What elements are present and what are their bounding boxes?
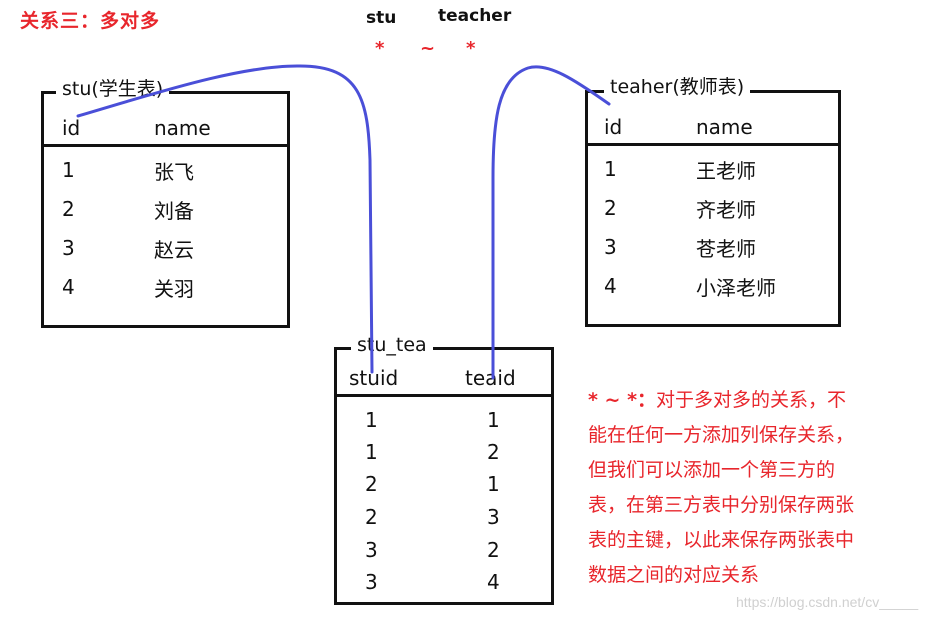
stu-cell-id: 1	[62, 158, 75, 182]
stu-table: stu(学生表) id name 1 张飞 2 刘备 3 赵云 4 关羽	[41, 78, 290, 328]
note-line: 能在任何一方添加列保存关系，	[588, 424, 855, 446]
teacher-cell-id: 1	[604, 157, 617, 181]
right-multiplicity: *	[466, 38, 476, 59]
stu-tea-cell-stuid: 1	[365, 440, 378, 464]
teacher-cell-id: 3	[604, 235, 617, 259]
teacher-table: teaher(教师表) id name 1 王老师 2 齐老师 3 苍老师 4 …	[585, 76, 841, 327]
note-line: 数据之间的对应关系	[588, 564, 760, 586]
note-text: 对于多对多的关系，不	[656, 389, 847, 411]
stu-cell-name: 赵云	[154, 238, 194, 262]
stu-tea-table-caption: stu_tea	[351, 334, 433, 356]
relation-connector-tilde: ~	[420, 38, 436, 59]
stu-tea-col-stuid: stuid	[349, 366, 399, 390]
teacher-cell-id: 2	[604, 196, 617, 220]
stu-cell-name: 刘备	[154, 199, 194, 223]
stu-cell-id: 4	[62, 275, 75, 299]
stu-tea-cell-stuid: 3	[365, 538, 378, 562]
stu-cell-name: 关羽	[154, 277, 194, 301]
diagram-title: 关系三：多对多	[20, 10, 161, 32]
stu-tea-cell-teaid: 4	[487, 570, 500, 594]
teacher-table-caption: teaher(教师表)	[604, 76, 751, 98]
left-multiplicity: *	[375, 38, 385, 59]
stu-tea-cell-teaid: 2	[487, 440, 500, 464]
stu-tea-cell-stuid: 1	[365, 408, 378, 432]
stu-cell-name: 张飞	[154, 160, 194, 184]
stu-tea-table: stu_tea stuid teaid 1 1 1 2 2 1 2 3 3 2 …	[334, 334, 554, 605]
teacher-header-divider	[588, 143, 838, 146]
teacher-col-id: id	[604, 115, 623, 139]
stu-table-caption: stu(学生表)	[56, 78, 170, 100]
relation-left-entity: stu	[366, 8, 397, 28]
stu-tea-cell-teaid: 1	[487, 408, 500, 432]
stu-col-name: name	[154, 116, 211, 140]
stu-cell-id: 3	[62, 236, 75, 260]
stu-tea-cell-stuid: 2	[365, 505, 378, 529]
stu-header-divider	[44, 144, 287, 147]
teacher-cell-id: 4	[604, 274, 617, 298]
stu-tea-header-divider	[337, 394, 551, 397]
teacher-col-name: name	[696, 115, 753, 139]
stu-tea-cell-teaid: 2	[487, 538, 500, 562]
teacher-cell-name: 苍老师	[696, 237, 756, 261]
stu-tea-cell-stuid: 3	[365, 570, 378, 594]
note-lead: * ~ *：	[588, 389, 657, 411]
note-line: 表的主键，以此来保存两张表中	[588, 529, 855, 551]
explanation-note: * ~ *：对于多对多的关系，不 能在任何一方添加列保存关系， 但我们可以添加一…	[588, 383, 918, 593]
watermark: https://blog.csdn.net/cv_____	[736, 594, 919, 610]
stu-tea-cell-teaid: 1	[487, 472, 500, 496]
teacher-cell-name: 齐老师	[696, 198, 756, 222]
stu-tea-cell-teaid: 3	[487, 505, 500, 529]
note-line: * ~ *：对于多对多的关系，不	[588, 383, 918, 418]
relation-right-entity: teacher	[438, 6, 512, 26]
stu-tea-col-teaid: teaid	[465, 366, 516, 390]
note-line: 表，在第三方表中分别保存两张	[588, 494, 855, 516]
stu-tea-cell-stuid: 2	[365, 472, 378, 496]
stu-cell-id: 2	[62, 197, 75, 221]
teacher-cell-name: 小泽老师	[696, 276, 776, 300]
teacher-cell-name: 王老师	[696, 159, 756, 183]
stu-col-id: id	[62, 116, 81, 140]
note-line: 但我们可以添加一个第三方的	[588, 459, 836, 481]
